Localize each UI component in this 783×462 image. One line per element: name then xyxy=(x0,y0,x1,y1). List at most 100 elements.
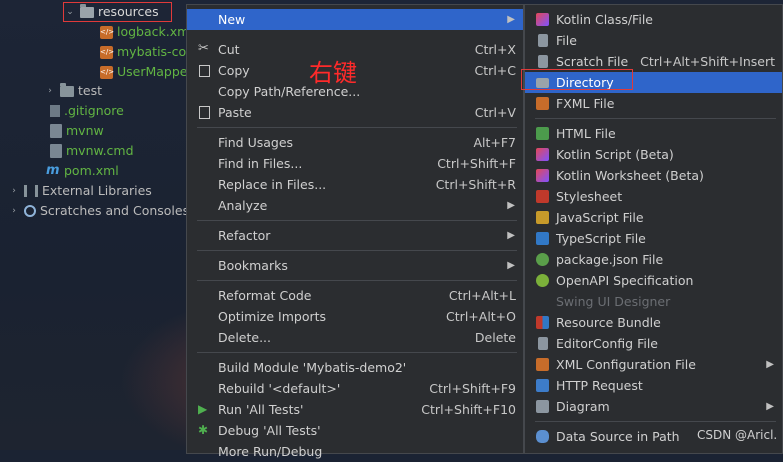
chevron-right-icon: ▶ xyxy=(507,260,515,271)
menu-item-label: TypeScript File xyxy=(556,231,646,246)
menu-item-label: Analyze xyxy=(218,198,268,213)
menu-item-rebuild[interactable]: Rebuild '<default>' Ctrl+Shift+F9 xyxy=(187,378,523,399)
menu-item-label: Diagram xyxy=(556,399,610,414)
scratches-icon xyxy=(24,205,36,217)
submenu-item-stylesheet[interactable]: Stylesheet xyxy=(525,186,782,207)
menu-item-refactor[interactable]: Refactor ▶ xyxy=(187,225,523,246)
diagram-icon xyxy=(536,400,549,413)
submenu-item-xml-config[interactable]: XML Configuration File ▶ xyxy=(525,354,782,375)
submenu-item-kotlin-class[interactable]: Kotlin Class/File xyxy=(525,9,782,30)
submenu-item-file[interactable]: File xyxy=(525,30,782,51)
menu-item-new[interactable]: New ▶ xyxy=(187,9,523,30)
submenu-item-kotlin-worksheet[interactable]: Kotlin Worksheet (Beta) xyxy=(525,165,782,186)
menu-item-label: Swing UI Designer xyxy=(556,294,671,309)
shortcut-label: Ctrl+Alt+L xyxy=(448,288,516,303)
file-icon xyxy=(538,34,548,47)
chevron-right-icon: ▶ xyxy=(766,359,774,370)
chevron-right-icon: ▶ xyxy=(766,401,774,412)
tree-item-label: mybatis-cor xyxy=(117,44,192,59)
menu-item-label: XML Configuration File xyxy=(556,357,696,372)
shortcut-label: Ctrl+Shift+R xyxy=(435,177,516,192)
run-icon: ▶ xyxy=(198,402,208,416)
menu-item-label: Replace in Files... xyxy=(218,177,327,192)
menu-item-paste[interactable]: Paste Ctrl+V xyxy=(187,102,523,123)
menu-item-find-usages[interactable]: Find Usages Alt+F7 xyxy=(187,132,523,153)
tree-item-external-libraries[interactable]: › External Libraries xyxy=(8,181,152,201)
kotlin-worksheet-icon xyxy=(536,169,549,182)
menu-item-label: Refactor xyxy=(218,228,271,243)
submenu-item-package-json[interactable]: package.json File xyxy=(525,249,782,270)
menu-item-label: Resource Bundle xyxy=(556,315,661,330)
tree-item-mybatis-config[interactable]: </> mybatis-cor xyxy=(100,42,191,62)
menu-item-build-module[interactable]: Build Module 'Mybatis-demo2' xyxy=(187,357,523,378)
editorconfig-icon xyxy=(538,337,548,350)
menu-item-label: OpenAPI Specification xyxy=(556,273,694,288)
menu-separator xyxy=(535,421,776,422)
submenu-item-html[interactable]: HTML File xyxy=(525,123,782,144)
tree-item-scratches[interactable]: › Scratches and Consoles xyxy=(8,201,189,221)
tree-item-pom[interactable]: m pom.xml xyxy=(46,161,119,181)
chevron-right-icon[interactable]: › xyxy=(8,181,20,201)
submenu-item-editorconfig[interactable]: EditorConfig File xyxy=(525,333,782,354)
xml-file-icon: </> xyxy=(100,65,114,79)
submenu-item-diagram[interactable]: Diagram ▶ xyxy=(525,396,782,417)
menu-item-label: New xyxy=(218,12,246,27)
submenu-item-openapi[interactable]: OpenAPI Specification xyxy=(525,270,782,291)
menu-item-debug-tests[interactable]: ✱ Debug 'All Tests' xyxy=(187,420,523,441)
directory-highlight-box xyxy=(521,69,633,90)
paste-icon xyxy=(199,106,210,119)
tree-item-usermapper[interactable]: </> UserMappe xyxy=(100,62,188,82)
fxml-icon xyxy=(536,97,549,110)
menu-item-label: Bookmarks xyxy=(218,258,288,273)
menu-item-label: EditorConfig File xyxy=(556,336,658,351)
menu-item-analyze[interactable]: Analyze ▶ xyxy=(187,195,523,216)
tree-item-test[interactable]: › test xyxy=(44,81,102,101)
tree-item-gitignore[interactable]: .gitignore xyxy=(50,101,124,121)
menu-item-bookmarks[interactable]: Bookmarks ▶ xyxy=(187,255,523,276)
shortcut-label: Ctrl+V xyxy=(474,105,516,120)
file-icon xyxy=(50,144,62,158)
tree-item-label: .gitignore xyxy=(64,103,124,118)
xml-file-icon: </> xyxy=(100,45,114,59)
menu-separator xyxy=(197,280,517,281)
menu-item-reformat-code[interactable]: Reformat Code Ctrl+Alt+L xyxy=(187,285,523,306)
menu-item-label: HTML File xyxy=(556,126,616,141)
tree-item-logback[interactable]: </> logback.xm xyxy=(100,22,189,42)
submenu-item-fxml[interactable]: FXML File xyxy=(525,93,782,114)
shortcut-label: Ctrl+C xyxy=(474,63,516,78)
submenu-item-resource-bundle[interactable]: Resource Bundle xyxy=(525,312,782,333)
xml-icon xyxy=(536,358,549,371)
kotlin-script-icon xyxy=(536,148,549,161)
submenu-item-http-request[interactable]: HTTP Request xyxy=(525,375,782,396)
menu-item-more-run-debug[interactable]: More Run/Debug xyxy=(187,441,523,462)
menu-item-run-tests[interactable]: ▶ Run 'All Tests' Ctrl+Shift+F10 xyxy=(187,399,523,420)
scratch-file-icon xyxy=(538,55,548,68)
folder-icon xyxy=(60,82,74,97)
menu-item-replace-in-files[interactable]: Replace in Files... Ctrl+Shift+R xyxy=(187,174,523,195)
kotlin-icon xyxy=(536,13,549,26)
api-icon xyxy=(536,379,549,392)
shortcut-label: Ctrl+Alt+Shift+Insert xyxy=(640,54,775,69)
resources-highlight-box xyxy=(63,2,172,22)
shortcut-label: Alt+F7 xyxy=(473,135,516,150)
menu-separator xyxy=(197,352,517,353)
debug-icon: ✱ xyxy=(198,423,209,437)
resource-bundle-icon xyxy=(536,316,549,329)
menu-item-delete[interactable]: Delete... Delete xyxy=(187,327,523,348)
menu-item-find-in-files[interactable]: Find in Files... Ctrl+Shift+F xyxy=(187,153,523,174)
menu-item-label: Stylesheet xyxy=(556,189,623,204)
tree-item-mvnw-cmd[interactable]: mvnw.cmd xyxy=(50,141,134,161)
menu-item-optimize-imports[interactable]: Optimize Imports Ctrl+Alt+O xyxy=(187,306,523,327)
chevron-right-icon[interactable]: › xyxy=(8,201,20,221)
submenu-item-typescript[interactable]: TypeScript File xyxy=(525,228,782,249)
chevron-right-icon[interactable]: › xyxy=(44,81,56,101)
submenu-item-javascript[interactable]: JavaScript File xyxy=(525,207,782,228)
submenu-item-kotlin-script[interactable]: Kotlin Script (Beta) xyxy=(525,144,782,165)
tree-item-mvnw[interactable]: mvnw xyxy=(50,121,104,141)
tree-item-label: logback.xm xyxy=(117,24,190,39)
shortcut-label: Ctrl+X xyxy=(474,42,516,57)
menu-item-label: Paste xyxy=(218,105,252,120)
scissors-icon: ✂ xyxy=(198,41,209,56)
menu-item-label: FXML File xyxy=(556,96,615,111)
chevron-right-icon: ▶ xyxy=(507,200,515,211)
